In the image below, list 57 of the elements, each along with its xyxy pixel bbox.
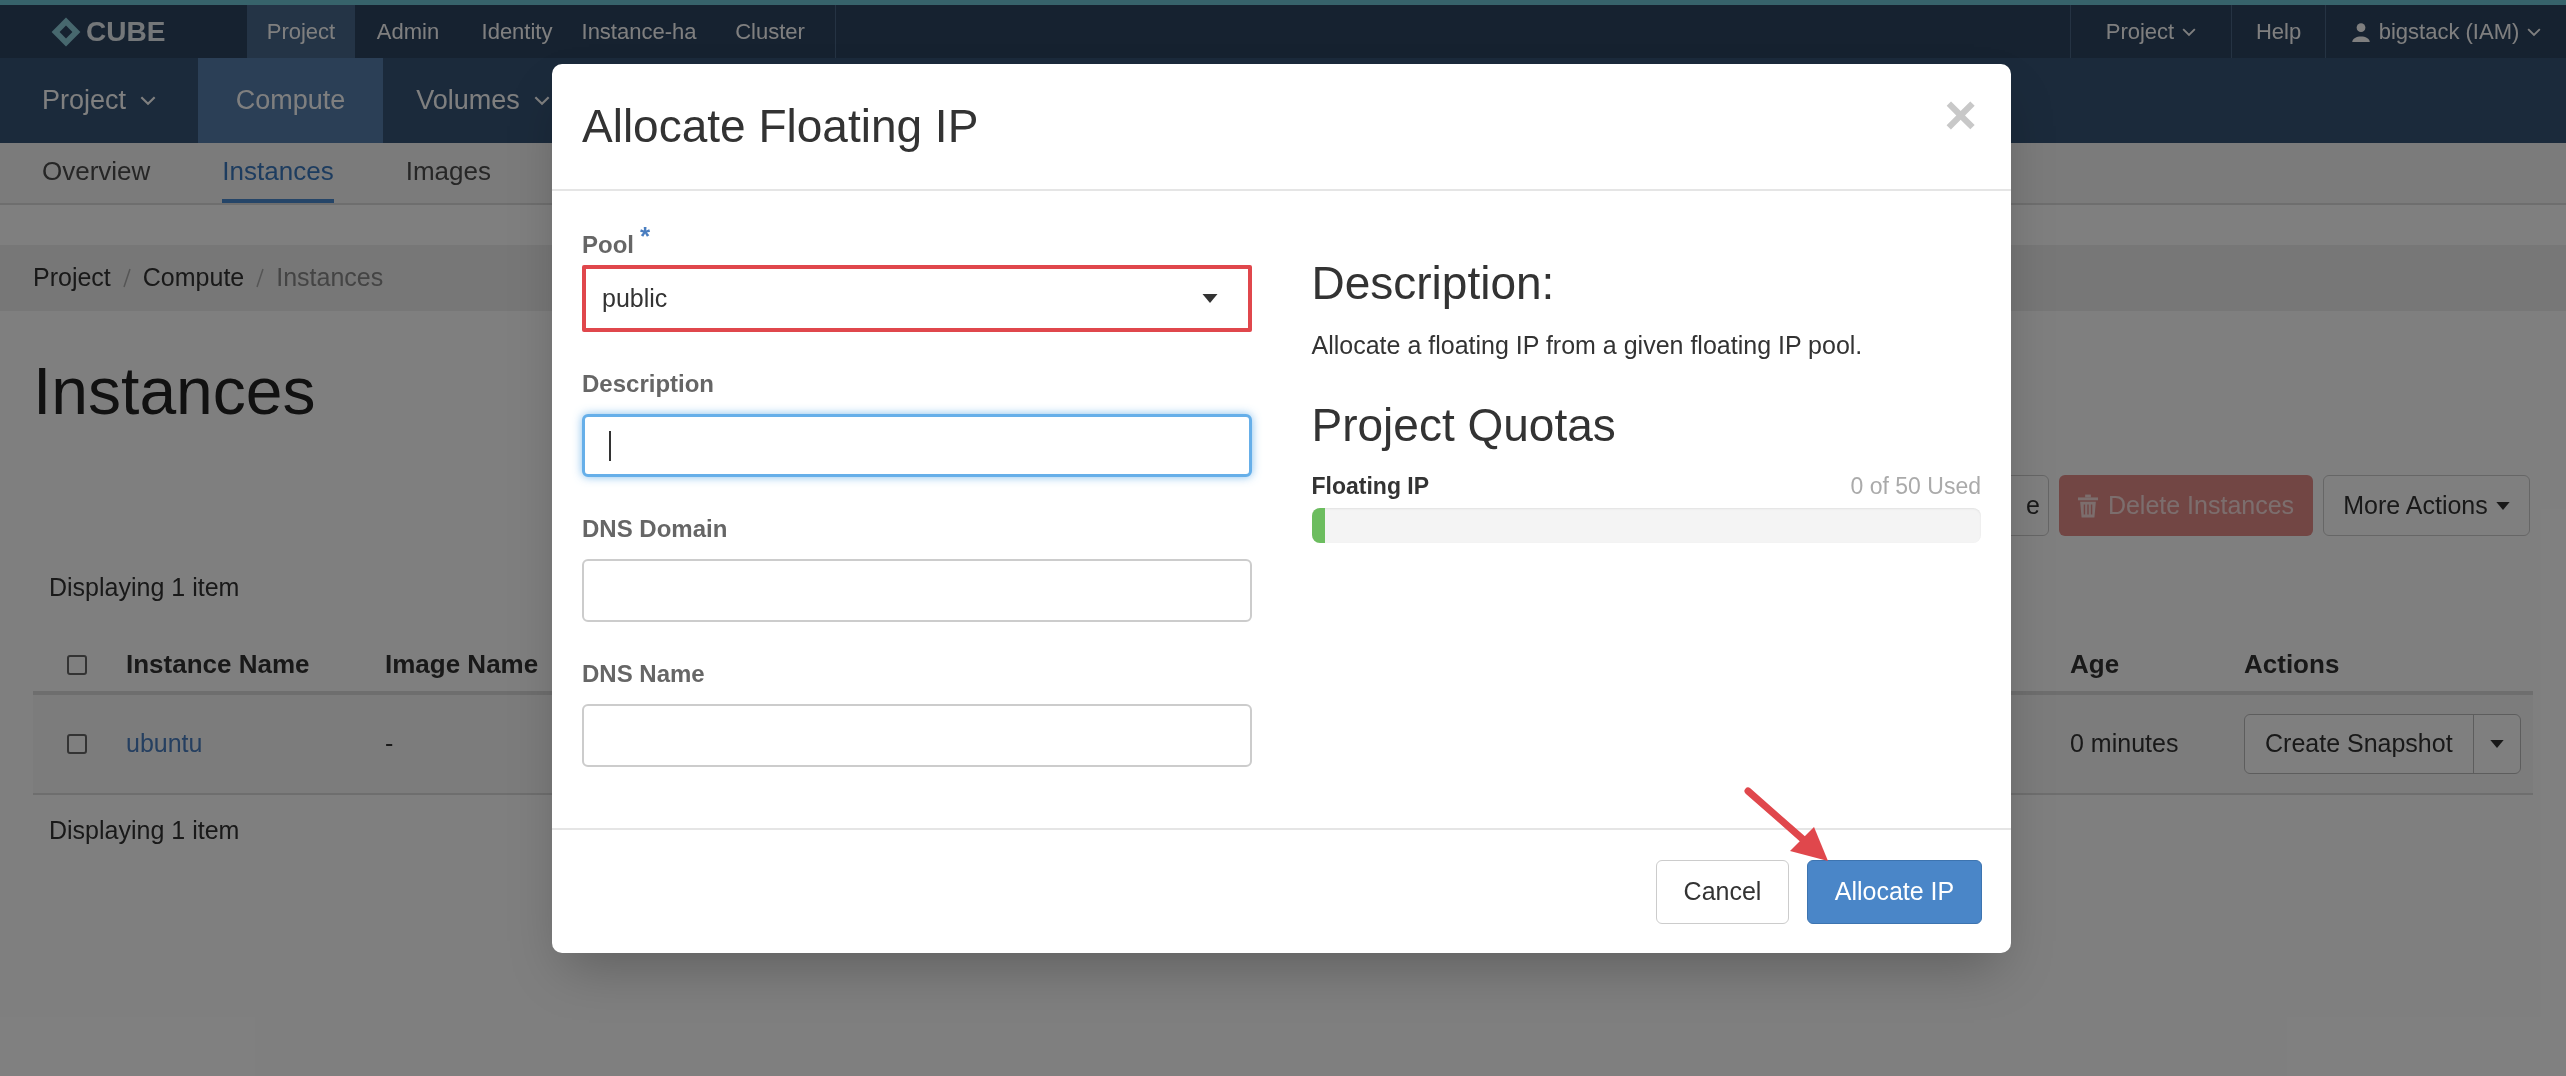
top-nav-tab[interactable]: Admin (355, 5, 461, 58)
item-count: Displaying 1 item (48, 572, 241, 602)
section-tab[interactable]: Volumes (383, 58, 583, 143)
field-label: DNS Domain (582, 514, 728, 544)
column-header: Image Name (385, 649, 539, 679)
user-icon (2350, 21, 2371, 42)
logo-icon (50, 15, 82, 48)
instance-link[interactable]: ubuntu (126, 729, 203, 758)
description-heading: Description: (1311, 256, 1556, 311)
top-nav-tab[interactable]: Project (247, 5, 355, 58)
field-label: DNS Name (582, 659, 705, 689)
item-count: Displaying 1 item (48, 815, 241, 845)
input-field[interactable] (582, 414, 1252, 477)
field-label: Description (582, 369, 715, 399)
column-header: Instance Name (126, 649, 310, 679)
allocate-ip-button[interactable]: Allocate IP (1807, 859, 1982, 924)
caret-icon (2495, 501, 2510, 510)
quota-usage: 0 of 50 Used (1850, 472, 1981, 501)
field-label: Pool (582, 230, 634, 260)
required-mark: * (640, 220, 651, 253)
pool-select[interactable]: public (582, 265, 1252, 332)
top-nav-tab[interactable]: Cluster (705, 5, 835, 58)
chevron-down-icon (140, 95, 156, 106)
checkbox[interactable] (67, 654, 87, 675)
table-cell: - (385, 729, 394, 758)
quotas-heading: Project Quotas (1311, 398, 1617, 453)
section-tab[interactable]: Compute (198, 58, 383, 143)
input-field[interactable] (582, 704, 1252, 767)
logo-text: CUBE (86, 14, 166, 49)
chevron-down-icon (2527, 26, 2542, 37)
section-tab[interactable]: Project (0, 58, 198, 143)
input-field[interactable] (582, 559, 1252, 622)
tab[interactable]: Images (405, 143, 491, 203)
modal-title: Allocate Floating IP (582, 99, 979, 154)
chevron-down-icon (2182, 26, 2197, 37)
breadcrumb-link[interactable]: Compute (142, 259, 245, 297)
trash-icon (2077, 493, 2098, 518)
column-header: Actions (2244, 649, 2340, 679)
breadcrumb-link[interactable]: Project (33, 259, 111, 297)
top-nav-tab[interactable]: Identity (461, 5, 573, 58)
caret-icon (1201, 294, 1218, 303)
page-title: Instances (33, 353, 316, 430)
more-actions-button[interactable]: More Actions (2323, 475, 2530, 536)
checkbox[interactable] (67, 734, 87, 754)
column-header: Age (2070, 649, 2120, 679)
text-cursor (609, 430, 611, 461)
top-nav-tab[interactable]: Instance-ha (573, 5, 705, 58)
tab[interactable]: Instances (222, 143, 334, 203)
breadcrumb-separator-icon (256, 268, 265, 288)
chevron-down-icon (533, 95, 550, 106)
tab[interactable]: Overview (42, 143, 151, 203)
caret-icon (2489, 740, 2504, 748)
quota-label: Floating IP (1311, 472, 1430, 501)
description-text: Allocate a floating IP from a given floating IP pool. (1311, 330, 1864, 361)
breadcrumb-separator-icon (122, 268, 131, 288)
table-cell: 0 minutes (2070, 729, 2179, 758)
cancel-button[interactable]: Cancel (1656, 859, 1789, 924)
